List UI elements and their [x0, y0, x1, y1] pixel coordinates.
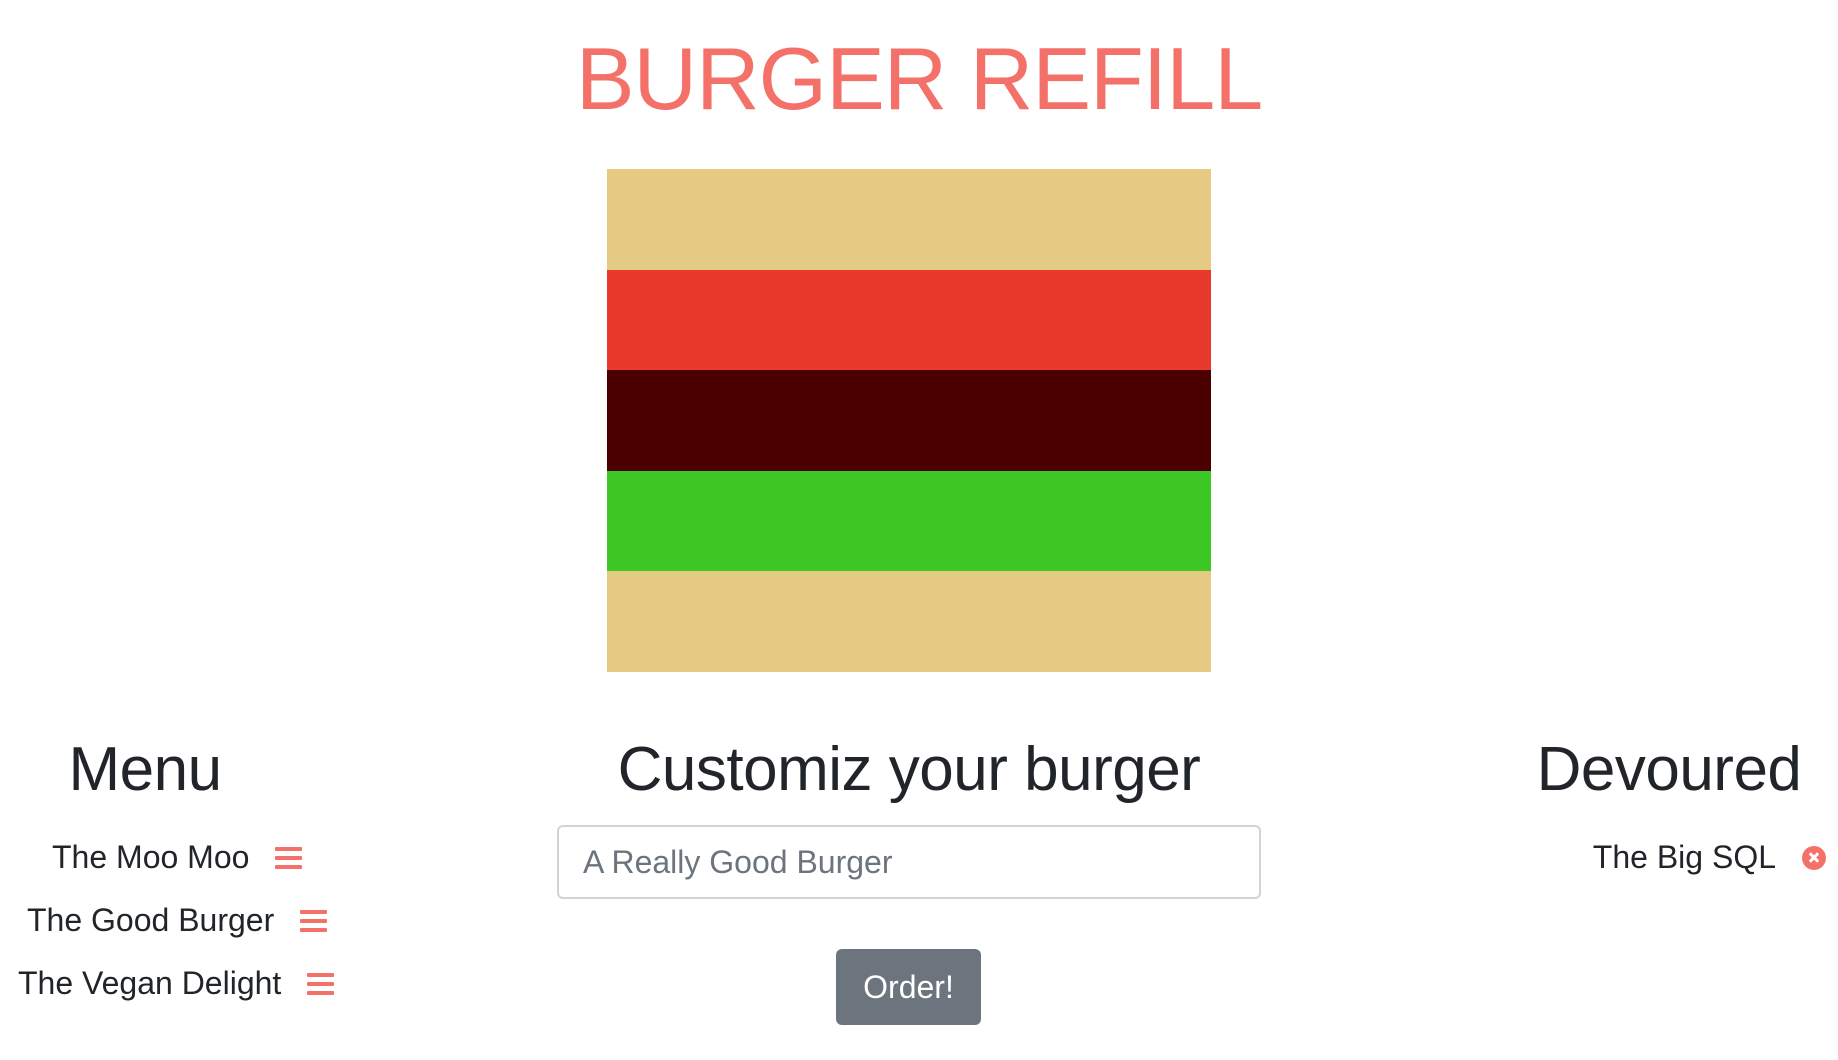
burger-patty: [607, 370, 1211, 471]
bars-icon[interactable]: [275, 846, 303, 869]
bars-icon[interactable]: [300, 909, 328, 932]
devoured-heading: Devoured: [1536, 735, 1802, 804]
menu-item-label: The Vegan Delight: [18, 965, 282, 1001]
menu-heading: Menu: [68, 735, 222, 804]
burger-bottom-bun: [607, 571, 1211, 672]
customize-heading: Customiz your burger: [617, 735, 1201, 804]
list-item: The Big SQL: [1560, 826, 1838, 889]
list-item[interactable]: The Good Burger: [0, 889, 380, 952]
devoured-item-label: The Big SQL: [1592, 839, 1776, 875]
menu-list: The Moo Moo The Good Burger The Vegan De…: [0, 826, 380, 1015]
burger-tomato: [607, 269, 1211, 371]
page-title: BURGER REFILL: [575, 29, 1263, 128]
list-item[interactable]: The Vegan Delight: [0, 952, 380, 1015]
order-button[interactable]: Order!: [836, 949, 981, 1025]
menu-item-label: The Good Burger: [27, 902, 275, 938]
bars-icon[interactable]: [307, 972, 335, 995]
menu-item-label: The Moo Moo: [52, 839, 250, 875]
devoured-list: The Big SQL: [1560, 826, 1838, 889]
burger-name-input[interactable]: [557, 825, 1261, 899]
burger-illustration: [607, 169, 1211, 672]
burger-top-bun: [607, 169, 1211, 270]
list-item[interactable]: The Moo Moo: [0, 826, 380, 889]
remove-circle-icon[interactable]: [1802, 845, 1826, 870]
burger-lettuce: [607, 470, 1211, 572]
page: BURGER REFILL Menu The Moo Moo The Good …: [0, 0, 1838, 1060]
